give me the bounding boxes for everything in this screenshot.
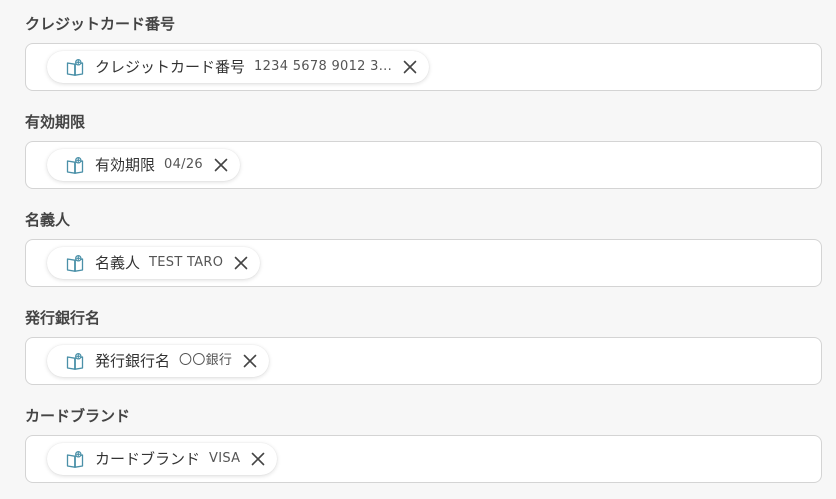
book-icon: [65, 351, 85, 371]
chip-name: カードブランド: [95, 450, 201, 468]
chip-name: 有効期限: [95, 156, 156, 174]
variable-chip[interactable]: カードブランド VISA: [47, 443, 278, 475]
variable-chip[interactable]: 発行銀行名 〇〇銀行: [47, 345, 270, 377]
book-icon: [65, 57, 85, 77]
book-icon: [65, 449, 85, 469]
chip-value: VISA: [209, 451, 241, 466]
field-input[interactable]: カードブランド VISA: [25, 435, 822, 483]
variable-chip[interactable]: クレジットカード番号 1234 5678 9012 3...: [47, 51, 430, 83]
form: クレジットカード番号 クレジットカード番号 1234 5678 9012 3..…: [0, 0, 836, 499]
variable-chip[interactable]: 名義人 TEST TARO: [47, 247, 261, 279]
field-input[interactable]: 有効期限 04/26: [25, 141, 822, 189]
chip-value: 1234 5678 9012 3...: [254, 59, 393, 74]
field-label: 有効期限: [25, 113, 86, 131]
chip-value: 04/26: [164, 157, 203, 172]
book-icon: [65, 253, 85, 273]
chip-name: クレジットカード番号: [95, 58, 246, 76]
field-input[interactable]: 名義人 TEST TARO: [25, 239, 822, 287]
chip-value: 〇〇銀行: [179, 353, 233, 368]
close-icon[interactable]: [400, 57, 420, 77]
chip-value: TEST TARO: [149, 255, 224, 270]
field-label: クレジットカード番号: [25, 15, 176, 33]
field-label: カードブランド: [25, 407, 131, 425]
close-icon[interactable]: [211, 155, 231, 175]
field-label: 名義人: [25, 211, 71, 229]
close-icon[interactable]: [248, 449, 268, 469]
close-icon[interactable]: [231, 253, 251, 273]
book-icon: [65, 155, 85, 175]
close-icon[interactable]: [240, 351, 260, 371]
chip-name: 発行銀行名: [95, 352, 171, 370]
field-label: 発行銀行名: [25, 309, 101, 327]
chip-name: 名義人: [95, 254, 141, 272]
field-input[interactable]: クレジットカード番号 1234 5678 9012 3...: [25, 43, 822, 91]
field-input[interactable]: 発行銀行名 〇〇銀行: [25, 337, 822, 385]
variable-chip[interactable]: 有効期限 04/26: [47, 149, 240, 181]
